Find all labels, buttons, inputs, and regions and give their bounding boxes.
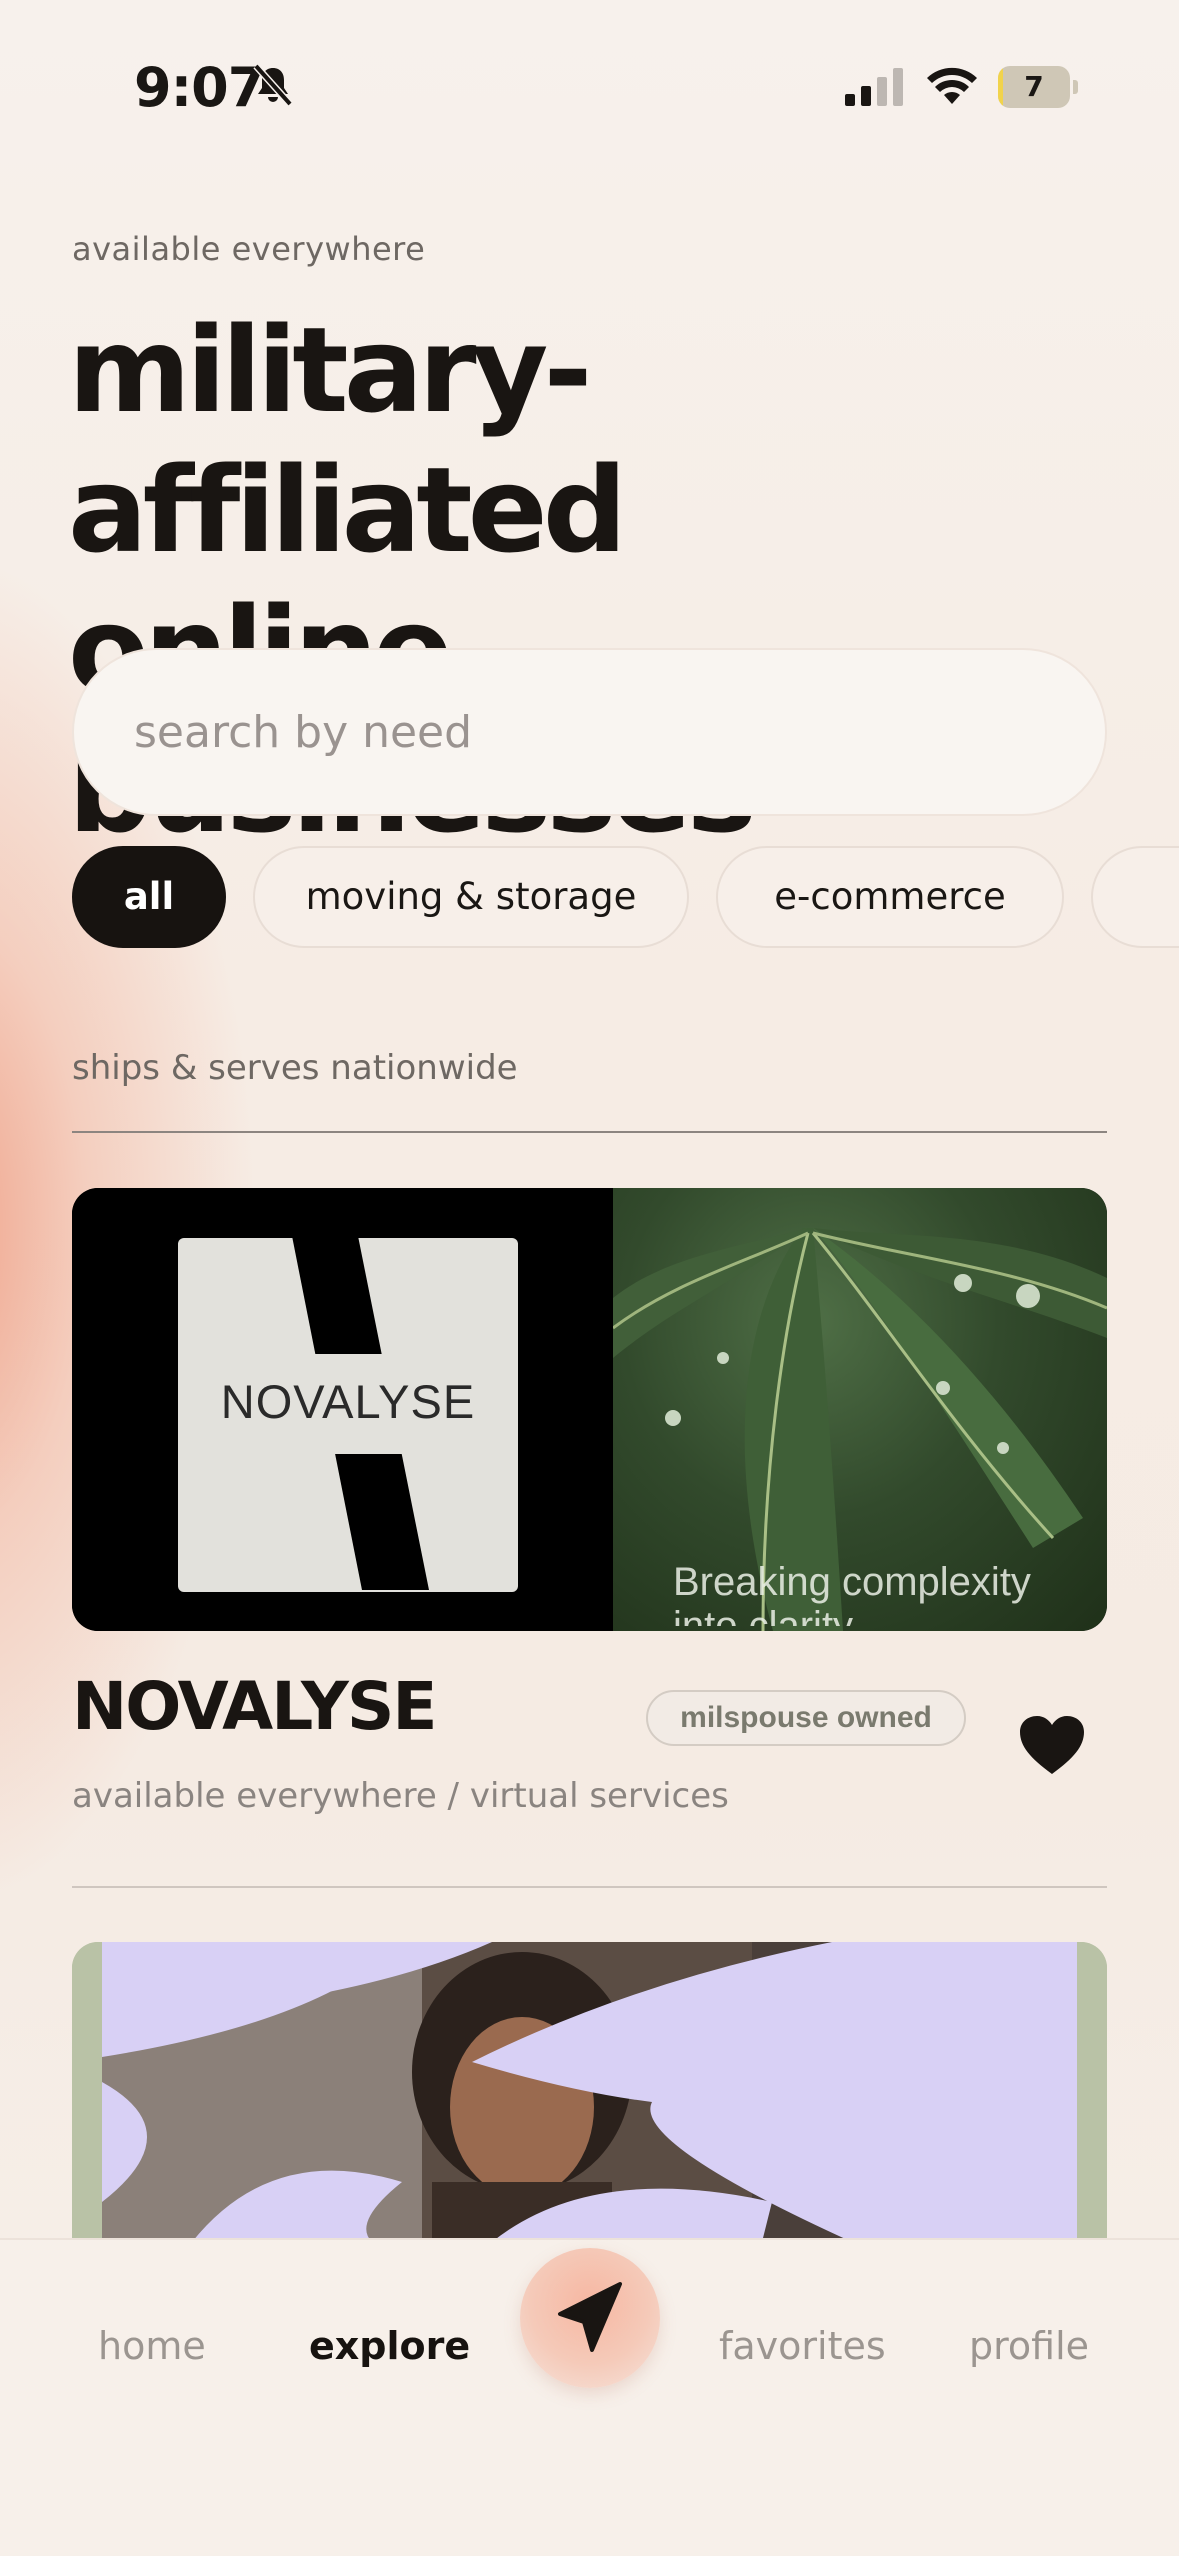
battery-percent: 7 <box>1024 70 1044 103</box>
logo-wordmark: NOVALYSE <box>221 1375 475 1428</box>
navigation-arrow-icon <box>558 2282 622 2352</box>
bell-slash-icon <box>253 63 293 107</box>
listing-meta: available everywhere / virtual services <box>72 1776 729 1816</box>
listing-image-2[interactable] <box>72 1942 1107 2242</box>
section-divider <box>72 1131 1107 1133</box>
status-bar: 9:07 7 <box>0 0 1179 150</box>
tab-profile[interactable]: profile <box>969 2324 1089 2368</box>
search-bar[interactable] <box>72 648 1107 816</box>
filter-chips: all moving & storage e-commerce <box>72 846 1179 948</box>
status-time: 9:07 <box>134 56 265 119</box>
wifi-icon <box>927 67 977 104</box>
filter-chip-all[interactable]: all <box>72 846 226 948</box>
tab-favorites[interactable]: favorites <box>719 2324 886 2368</box>
page-eyebrow: available everywhere <box>72 230 426 268</box>
page-title-line-1: military-affiliated <box>68 301 627 579</box>
tab-explore[interactable]: explore <box>309 2324 470 2368</box>
filter-chip-moving-storage[interactable]: moving & storage <box>253 846 689 948</box>
listing-name[interactable]: NOVALYSE <box>72 1668 437 1745</box>
novalyse-logo: NOVALYSE <box>178 1236 518 1592</box>
search-input[interactable] <box>134 650 1034 814</box>
filter-chip-more[interactable] <box>1091 846 1179 948</box>
battery-indicator: 7 <box>998 66 1078 108</box>
tab-bar: home explore favorites profile <box>0 2238 1179 2556</box>
navigation-button[interactable] <box>520 2248 660 2388</box>
cellular-signal-icon <box>845 68 903 106</box>
filter-chip-ecommerce[interactable]: e-commerce <box>716 846 1064 948</box>
heart-filled-icon[interactable] <box>1018 1714 1086 1776</box>
section-label: ships & serves nationwide <box>72 1048 518 1088</box>
milspouse-owned-badge: milspouse owned <box>646 1690 966 1746</box>
tab-home[interactable]: home <box>98 2324 206 2368</box>
leaf-photo: Breaking complexity into clarity <box>613 1188 1107 1631</box>
listing-logo-panel: NOVALYSE <box>72 1188 613 1631</box>
listing-image[interactable]: NOVALYSE Breaking complexity into clarit… <box>72 1188 1107 1631</box>
listing-divider <box>72 1886 1107 1888</box>
leaf-photo-caption: Breaking complexity into clarity <box>673 1560 1031 1626</box>
